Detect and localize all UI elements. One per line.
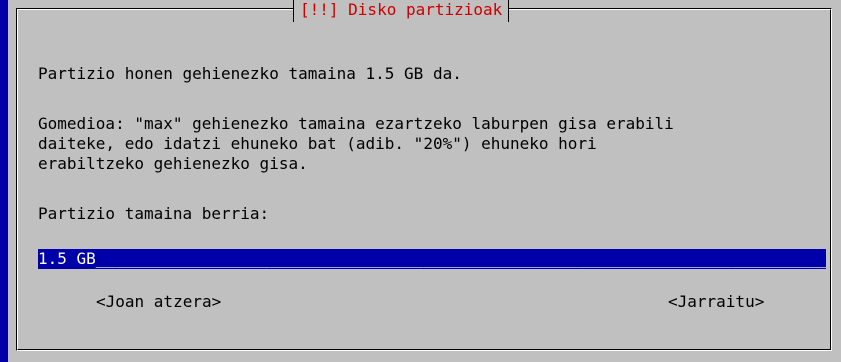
input-fill: ________________________________________…	[95, 249, 826, 268]
new-size-label: Partizio tamaina berria:	[38, 204, 270, 223]
hint-line-3: erabiltzeko gehienezko gisa.	[38, 154, 308, 173]
max-size-text: Partizio honen gehienezko tamaina 1.5 GB…	[38, 64, 462, 83]
back-button[interactable]: <Joan atzera>	[96, 292, 221, 312]
input-value[interactable]: 1.5 GB	[38, 249, 96, 268]
continue-button[interactable]: <Jarraitu>	[668, 292, 764, 312]
dialog-title: [!!] Disko partizioak	[293, 0, 510, 22]
partition-size-input[interactable]: 1.5 GB__________________________________…	[38, 249, 826, 269]
dialog-window: [!!] Disko partizioak Partizio honen geh…	[8, 0, 841, 362]
hint-line-1: Gomedioa: "max" gehienezko tamaina ezart…	[38, 114, 674, 133]
hint-line-2: daiteke, edo idatzi ehuneko bat (adib. "…	[38, 134, 597, 153]
hint-text: Gomedioa: "max" gehienezko tamaina ezart…	[38, 114, 674, 174]
